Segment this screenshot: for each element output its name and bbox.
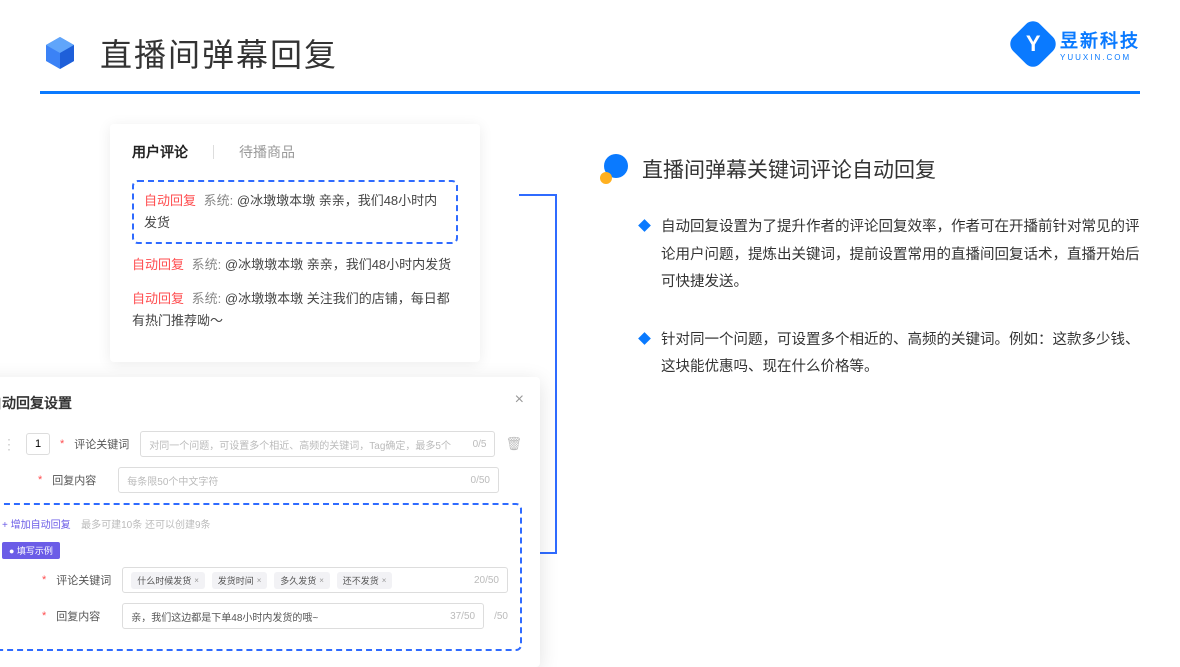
example-tags: 什么时候发货× 发货时间× 多久发货× 还不发货× 20/50 <box>122 567 508 593</box>
content-input[interactable]: 每条限50个中文字符 0/50 <box>118 467 499 493</box>
required-mark: * <box>38 474 42 486</box>
char-count: 37/50 <box>450 611 475 622</box>
example-content: 亲，我们这边都是下单48小时内发货的哦~ 37/50 <box>122 603 484 629</box>
system-tag: 系统: <box>192 291 222 306</box>
logo-icon: Y <box>1006 17 1060 71</box>
cube-icon <box>40 33 80 73</box>
order-number: 1 <box>26 433 50 455</box>
char-count: 20/50 <box>474 575 499 586</box>
tag-chip: 多久发货× <box>274 572 330 589</box>
drag-icon[interactable]: ⋮⋮ <box>0 436 16 453</box>
delete-icon[interactable]: 🗑 <box>505 436 522 452</box>
required-mark: * <box>42 574 46 586</box>
connector-line <box>519 194 557 196</box>
system-tag: 系统: <box>204 193 234 208</box>
required-mark: * <box>42 610 46 622</box>
required-mark: * <box>60 438 64 450</box>
keyword-input[interactable]: 对同一个问题，可设置多个相近、高频的关键词，Tag确定，最多5个 0/5 <box>140 431 495 457</box>
placeholder-text: 对同一个问题，可设置多个相近、高频的关键词，Tag确定，最多5个 <box>149 437 451 452</box>
section-heading: 直播间弹幕关键词评论自动回复 <box>642 154 936 184</box>
settings-modal: 自动回复设置 × ⋮⋮ 1 * 评论关键词 对同一个问题，可设置多个相近、高频的… <box>0 377 540 667</box>
placeholder-text: 每条限50个中文字符 <box>127 473 218 488</box>
highlighted-comment: 自动回复 系统: @冰墩墩本墩 亲亲，我们48小时内发货 <box>132 180 458 244</box>
quota-text: 最多可建10条 还可以创建9条 <box>81 520 210 531</box>
comments-card: 用户评论 待播商品 自动回复 系统: @冰墩墩本墩 亲亲，我们48小时内发货 自… <box>110 124 480 362</box>
modal-title: 自动回复设置 <box>0 393 522 413</box>
content-label: 回复内容 <box>56 608 112 624</box>
add-reply-link[interactable]: + 增加自动回复 <box>2 520 71 531</box>
logo-letter: Y <box>1026 31 1041 57</box>
close-icon[interactable]: × <box>515 391 524 409</box>
example-badge: ● 填写示例 <box>2 542 60 559</box>
comment-text: @冰墩墩本墩 亲亲，我们48小时内发货 <box>225 257 451 272</box>
page-title: 直播间弹幕回复 <box>100 30 338 76</box>
tag-chip: 还不发货× <box>337 572 393 589</box>
bullet-icon <box>638 332 651 345</box>
bubble-icon <box>600 154 630 184</box>
auto-reply-tag: 自动回复 <box>132 257 184 272</box>
bullet-icon <box>638 219 651 232</box>
brand-logo: Y 昱新科技 YUUXIN.COM <box>1014 25 1140 63</box>
example-section: + 增加自动回复 最多可建10条 还可以创建9条 ● 填写示例 * 评论关键词 … <box>0 503 522 651</box>
logo-cn: 昱新科技 <box>1060 27 1140 53</box>
connector-line <box>555 194 557 554</box>
divider <box>40 91 1140 94</box>
auto-reply-tag: 自动回复 <box>132 291 184 306</box>
tag-chip: 发货时间× <box>212 572 268 589</box>
tab-comments[interactable]: 用户评论 <box>132 142 188 162</box>
keyword-label: 评论关键词 <box>74 436 130 452</box>
system-tag: 系统: <box>192 257 222 272</box>
char-count: 0/5 <box>473 439 487 450</box>
keyword-label: 评论关键词 <box>56 572 112 588</box>
auto-reply-tag: 自动回复 <box>144 193 196 208</box>
example-text: 亲，我们这边都是下单48小时内发货的哦~ <box>131 609 318 624</box>
bullet-text: 针对同一个问题，可设置多个相近的、高频的关键词。例如：这款多少钱、这块能优惠吗、… <box>661 327 1140 382</box>
bullet-text: 自动回复设置为了提升作者的评论回复效率，作者可在开播前针对常见的评论用户问题，提… <box>661 214 1140 297</box>
logo-en: YUUXIN.COM <box>1060 53 1140 62</box>
tab-products[interactable]: 待播商品 <box>239 142 295 162</box>
char-count: /50 <box>494 611 508 622</box>
comment-row: 自动回复 系统: @冰墩墩本墩 关注我们的店铺，每日都有热门推荐呦～ <box>132 288 458 332</box>
tag-chip: 什么时候发货× <box>131 572 205 589</box>
content-label: 回复内容 <box>52 472 108 488</box>
comment-row: 自动回复 系统: @冰墩墩本墩 亲亲，我们48小时内发货 <box>132 254 458 276</box>
char-count: 0/50 <box>471 475 490 486</box>
tab-divider <box>213 145 214 159</box>
